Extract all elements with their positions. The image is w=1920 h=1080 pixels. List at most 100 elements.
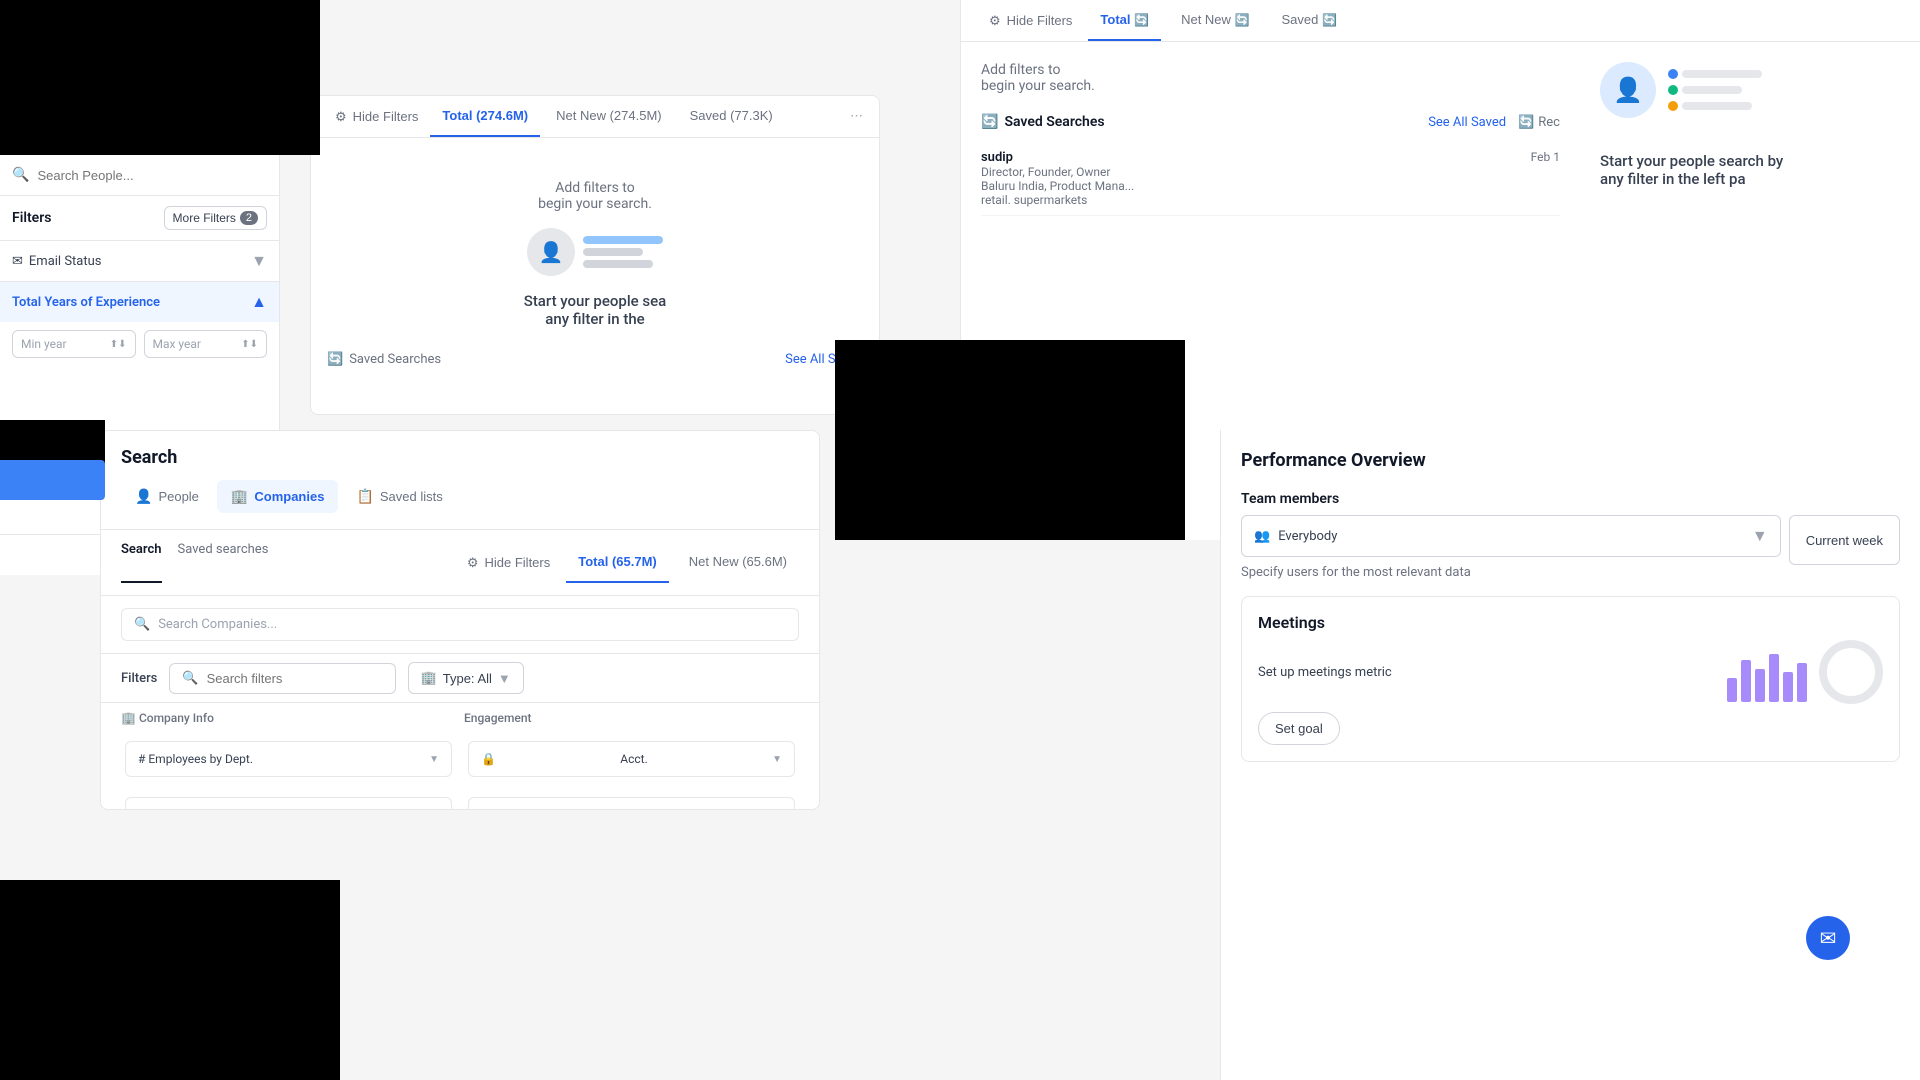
right-panel-content: Add filters to begin your search. 🔄 Save… [961,42,1920,236]
total-tab[interactable]: Total (274.6M) [430,96,540,137]
min-year-input[interactable]: Min year ⬆⬇ [12,330,136,358]
right-saved-tab[interactable]: Saved 🔄 [1270,0,1349,41]
set-goal-button[interactable]: Set goal [1258,712,1340,745]
more-filters-button[interactable]: More Filters 2 [164,206,267,230]
chevron-headcount: ▼ [429,810,439,811]
filter-text-input[interactable] [207,671,383,686]
spinner-icon-2: ⬆⬇ [241,339,258,350]
right-panel-left-content: Add filters to begin your search. 🔄 Save… [981,62,1560,216]
rec-button[interactable]: 🔄 Rec [1518,115,1560,130]
right-total-tab[interactable]: Total 🔄 [1088,0,1161,41]
people-icon: 👤 [135,488,152,505]
net-new-tab[interactable]: Net New (274.5M) [544,96,673,137]
search-icon-company: 🔍 [134,617,150,632]
search-icon: 🔍 [12,167,29,183]
email-status-filter[interactable]: ✉ Email Status ▼ [0,240,279,281]
middle-panel-tabs: ⚙ Hide Filters Total (274.6M) Net New (2… [311,96,879,138]
saved-searches-sub-tab[interactable]: Saved searches [178,542,269,583]
see-all-saved-right[interactable]: See All Saved [1428,115,1506,130]
refresh-icon: 🔄 [1134,13,1149,27]
middle-panel-content: Add filters to begin your search. 👤 Star… [311,138,879,408]
email-float-button[interactable]: ✉ [1806,916,1850,960]
performance-title: Performance Overview [1241,450,1900,471]
saved-searches-label-middle: 🔄 Saved Searches [327,352,441,367]
companies-icon: 🏢 [231,488,248,505]
right-start-search-text: Start your people search by any filter i… [1600,134,1900,188]
circular-progress [1819,640,1883,704]
filters-label-bottom: Filters [121,671,157,686]
seq-filter[interactable]: ▶ Seq ▼ [468,797,795,810]
team-select-dropdown[interactable]: 👥 Everybody ▼ [1241,515,1781,557]
avatar-illustration: 👤 [527,228,663,276]
filter-icon-right: ⚙ [989,13,1001,29]
right-hide-filters-btn[interactable]: ⚙ Hide Filters [981,1,1080,41]
chevron-acct: ▼ [772,754,782,765]
employees-dept-filter[interactable]: # Employees by Dept. ▼ [125,741,452,777]
saved-item-sudip[interactable]: sudip Director, Founder, Owner Baluru In… [981,142,1560,216]
hide-filters-button[interactable]: ⚙ Hide Filters [327,97,426,137]
bottom-total-tab[interactable]: Total (65.7M) [566,542,669,583]
acct-filter[interactable]: 🔒 Acct. ▼ [468,741,795,777]
email-status-chevron: ▼ [251,251,267,271]
spinner-icon: ⬆⬇ [110,339,127,350]
search-companies-input[interactable]: 🔍 Search Companies... [121,608,799,641]
right-net-new-tab[interactable]: Net New 🔄 [1169,0,1261,41]
people-search-input[interactable] [37,168,267,183]
middle-top-search-panel: ⚙ Hide Filters Total (274.6M) Net New (2… [310,95,880,415]
building-icon: 🏢 [121,711,136,725]
search-sub-tabs-row: Search Saved searches ⚙ Hide Filters Tot… [101,530,819,596]
person-avatar: 👤 [527,228,575,276]
total-years-chevron: ▲ [251,292,267,312]
meetings-content: Set up meetings metric [1258,640,1883,704]
search-sub-tab[interactable]: Search [121,542,162,583]
right-bars-group [1668,69,1762,111]
year-inputs-row: Min year ⬆⬇ Max year ⬆⬇ [0,322,279,370]
people-tab[interactable]: 👤 People [121,480,213,513]
saved-lists-tab[interactable]: 📋 Saved lists [342,480,456,513]
data-bars-illustration [583,236,663,268]
type-filter-button[interactable]: 🏢 Type: All ▼ [408,662,524,694]
performance-overview-panel: Performance Overview Team members 👥 Ever… [1220,430,1920,1080]
current-week-button[interactable]: Current week [1789,515,1900,565]
filter-search-input[interactable]: 🔍 [169,663,395,694]
more-options-icon[interactable]: ⋯ [850,109,863,124]
blue-active-sidebar-item[interactable] [0,460,105,500]
search-panel-header: Search 👤 People 🏢 Companies 📋 Saved list… [101,431,819,530]
max-year-input[interactable]: Max year ⬆⬇ [144,330,268,358]
right-preview-area: 👤 Start your pe [1600,62,1900,216]
saved-tab[interactable]: Saved (77.3K) [678,96,785,137]
meetings-card: Meetings Set up meetings metric Set goal [1241,596,1900,762]
search-company-filters-row: 🔍 Search Companies... [101,596,819,654]
right-avatar-illustration: 👤 [1600,62,1900,118]
bottom-company-search-panel: Search 👤 People 🏢 Companies 📋 Saved list… [100,430,820,810]
seq-icon: ▶ [481,808,490,810]
email-icon: ✉ [12,254,23,269]
dot-1 [1668,69,1678,79]
users-icon: 👥 [1254,529,1270,544]
search-icon-filter: 🔍 [182,671,198,686]
acct-icon: 🔒 [481,752,496,766]
meetings-title: Meetings [1258,613,1883,632]
type-icon: 🏢 [421,670,437,686]
search-panel-title: Search [121,447,799,468]
people-search-bar[interactable]: 🔍 [0,155,279,196]
total-years-filter[interactable]: Total Years of Experience ▲ Min year ⬆⬇ … [0,281,279,370]
saved-searches-section: 🔄 Saved Searches See All Saved 🔄 Rec sud… [981,114,1560,216]
filter-count-badge: 2 [240,211,258,225]
chevron-down-team: ▼ [1752,526,1768,546]
bottom-hide-filters-btn[interactable]: ⚙ Hide Filters [459,543,558,583]
filters-header: Filters More Filters 2 [0,196,279,240]
meetings-bar-chart [1727,642,1807,702]
start-search-text: Start your people sea any filter in the [524,292,667,328]
right-panel-tabs: ⚙ Hide Filters Total 🔄 Net New 🔄 Saved 🔄 [961,0,1920,42]
headcount-growth-filter[interactable]: Headcount Growth ▼ [125,797,452,810]
specify-text: Specify users for the most relevant data [1241,565,1900,580]
saved-lists-icon: 📋 [356,488,373,505]
chevron-seq: ▼ [772,810,782,811]
filters-title: Filters [12,210,51,226]
right-add-filters-hint: Add filters to begin your search. [981,62,1560,94]
companies-tab[interactable]: 🏢 Companies [217,480,339,513]
right-person-avatar: 👤 [1600,62,1656,118]
bottom-left-black-overlay [0,880,340,1080]
bottom-net-new-tab[interactable]: Net New (65.6M) [677,542,799,583]
